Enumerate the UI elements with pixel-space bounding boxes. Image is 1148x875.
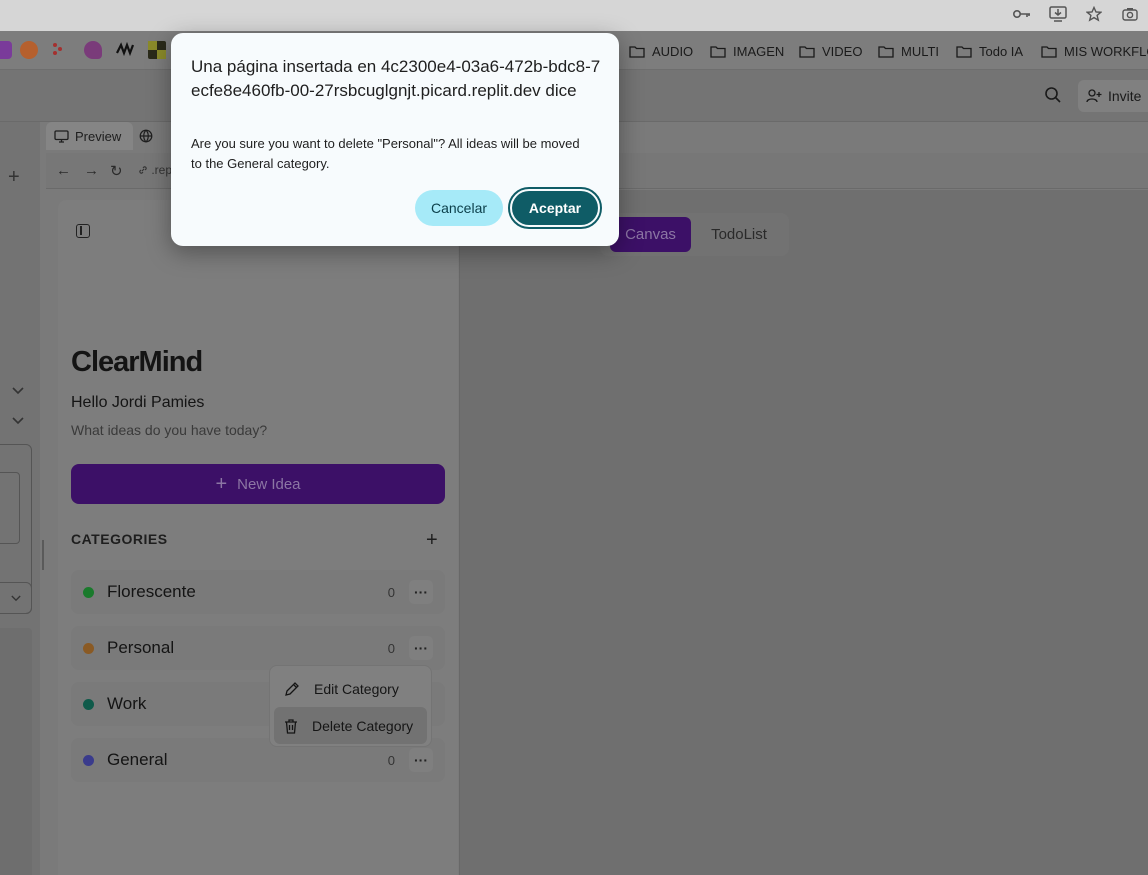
add-category-icon[interactable]: +: [426, 529, 438, 552]
pencil-icon: [285, 681, 299, 696]
confirm-dialog: Una página insertada en 4c2300e4-03a6-47…: [171, 33, 619, 246]
folder-icon: [629, 45, 645, 58]
edit-category-label: Edit Category: [314, 680, 399, 697]
bookmark-folder-mis-workflo[interactable]: MIS WORKFLO: [1041, 41, 1148, 61]
file-panel: +: [0, 122, 40, 875]
dialog-message: Are you sure you want to delete "Persona…: [191, 136, 580, 171]
forward-icon[interactable]: →: [84, 162, 99, 179]
folder-icon: [956, 45, 972, 58]
category-count: 0: [387, 640, 395, 656]
resize-handle[interactable]: [42, 540, 44, 570]
category-count: 0: [387, 752, 395, 768]
monitor-icon: [54, 129, 69, 143]
bookmark-favicon[interactable]: [0, 41, 12, 59]
delete-category-label: Delete Category: [312, 717, 414, 734]
panel-select[interactable]: [0, 582, 32, 614]
key-icon[interactable]: [1012, 4, 1032, 24]
tab-other[interactable]: [133, 122, 161, 150]
bookmark-folder-label: Todo IA: [979, 43, 1024, 59]
panel-content: [0, 628, 32, 875]
url-text[interactable]: .rep: [138, 163, 172, 177]
bookmark-folder-todo-ia[interactable]: Todo IA: [956, 41, 1023, 61]
dialog-title: Una página insertada en 4c2300e4-03a6-47…: [191, 57, 601, 100]
categories-heading: CATEGORIES: [71, 531, 168, 547]
category-item-florescente[interactable]: Florescente 0 ···: [71, 570, 445, 614]
bookmark-star-icon[interactable]: [1084, 4, 1104, 24]
canvas-view-button[interactable]: Canvas: [610, 217, 691, 252]
new-idea-button[interactable]: + New Idea: [71, 464, 445, 504]
chevron-down-icon[interactable]: [12, 414, 24, 428]
category-name: General: [107, 750, 168, 769]
bookmark-folder-imagen[interactable]: IMAGEN: [710, 41, 784, 61]
back-icon[interactable]: ←: [56, 162, 71, 179]
bookmark-favicon[interactable]: [116, 41, 135, 59]
greeting-subtitle: What ideas do you have today?: [71, 422, 268, 438]
category-count: 0: [387, 584, 395, 600]
invite-label: Invite: [1108, 88, 1142, 104]
category-name: Florescente: [107, 582, 196, 601]
camera-icon[interactable]: [1120, 4, 1140, 24]
bookmark-favicon[interactable]: [50, 41, 68, 59]
chevron-down-icon[interactable]: [12, 384, 24, 398]
category-item-personal[interactable]: Personal 0 ···: [71, 626, 445, 670]
plus-icon: +: [215, 472, 228, 495]
greeting: Hello Jordi Pamies: [71, 394, 205, 411]
add-icon[interactable]: +: [8, 166, 20, 189]
bookmark-favicon[interactable]: [20, 41, 38, 59]
bookmark-folder-multi[interactable]: MULTI: [878, 41, 939, 61]
category-color-dot: [83, 754, 94, 766]
view-switch: Canvas TodoList: [600, 213, 789, 256]
tab-preview[interactable]: Preview: [46, 122, 134, 150]
browser-toolbar: [0, 0, 1148, 31]
bookmark-folder-label: MULTI: [901, 43, 940, 59]
folder-icon: [710, 45, 726, 58]
category-name: Personal: [107, 638, 175, 657]
delete-category-menu-item[interactable]: Delete Category: [274, 707, 427, 744]
folder-icon: [878, 45, 894, 58]
new-idea-label: New Idea: [237, 475, 301, 493]
todolist-view-button[interactable]: TodoList: [697, 217, 781, 252]
edit-category-menu-item[interactable]: Edit Category: [274, 670, 427, 707]
folder-icon: [799, 45, 815, 58]
panel-input[interactable]: [0, 472, 20, 544]
invite-button[interactable]: Invite: [1078, 80, 1148, 112]
app-logo: ClearMind: [71, 346, 203, 378]
bookmark-folder-label: IMAGEN: [733, 43, 785, 59]
category-context-menu: Edit Category Delete Category: [269, 665, 432, 747]
trash-icon: [285, 718, 297, 734]
accept-button[interactable]: Aceptar: [508, 187, 602, 229]
add-user-icon: [1086, 89, 1102, 103]
tab-label: Preview: [75, 128, 122, 144]
category-color-dot: [83, 642, 94, 654]
cancel-button[interactable]: Cancelar: [415, 190, 503, 226]
category-color-dot: [83, 698, 94, 710]
more-options-icon[interactable]: ···: [409, 636, 433, 660]
bookmark-folder-video[interactable]: VIDEO: [799, 41, 862, 61]
bookmark-favicon[interactable]: [84, 41, 102, 59]
category-color-dot: [83, 586, 94, 598]
pane-tabs: Preview: [46, 122, 161, 150]
url-fragment: .rep: [151, 163, 173, 177]
app-main-area: [459, 190, 1148, 875]
more-options-icon[interactable]: ···: [409, 748, 433, 772]
reload-icon[interactable]: ↻: [110, 162, 123, 180]
install-app-icon[interactable]: [1048, 4, 1068, 24]
bookmark-folder-label: MIS WORKFLO: [1064, 43, 1148, 59]
bookmark-folder-audio[interactable]: AUDIO: [629, 41, 693, 61]
globe-icon: [139, 129, 153, 143]
sidebar-toggle-icon[interactable]: [76, 224, 90, 238]
bookmark-folder-label: VIDEO: [822, 43, 863, 59]
folder-icon: [1041, 45, 1057, 58]
bookmark-favicon[interactable]: [148, 41, 166, 59]
link-icon: [139, 166, 147, 174]
more-options-icon[interactable]: ···: [409, 580, 433, 604]
accept-label: Aceptar: [512, 191, 598, 225]
search-icon[interactable]: [1044, 86, 1064, 106]
bookmark-folder-label: AUDIO: [652, 43, 694, 59]
